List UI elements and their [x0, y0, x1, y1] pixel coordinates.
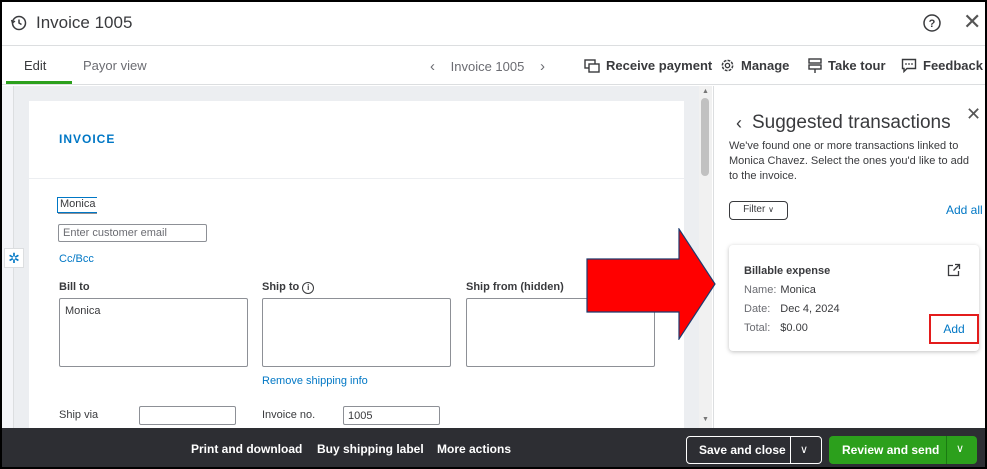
print-download-button[interactable]: Print and download: [191, 442, 302, 456]
manage-button[interactable]: Manage: [720, 58, 789, 73]
remove-shipping-link[interactable]: Remove shipping info: [262, 375, 368, 387]
tab-active-indicator: [6, 81, 72, 84]
transaction-total-row: Total: $0.00: [744, 322, 808, 334]
ship-via-field[interactable]: [139, 406, 236, 425]
help-icon[interactable]: ?: [922, 13, 942, 33]
add-all-link[interactable]: Add all: [946, 203, 983, 217]
ship-from-label: Ship from (hidden): [466, 281, 564, 293]
invoice-navigator: ‹ Invoice 1005 ›: [430, 58, 545, 75]
manage-label: Manage: [741, 58, 790, 73]
external-link-icon[interactable]: [947, 263, 961, 277]
take-tour-button[interactable]: Take tour: [808, 58, 886, 73]
panel-description: We've found one or more transactions lin…: [729, 140, 969, 182]
app-window: Invoice 1005 ? ✕ Edit Payor view ‹ Invoi…: [0, 0, 987, 469]
review-and-send-label: Review and send: [842, 443, 940, 457]
ship-to-label-group: Ship to i: [262, 281, 315, 294]
receive-payment-label: Receive payment: [606, 58, 713, 73]
cc-bcc-link[interactable]: Cc/Bcc: [59, 253, 94, 265]
review-and-send-button[interactable]: Review and send ∨: [829, 436, 977, 464]
info-icon[interactable]: i: [302, 282, 315, 294]
footer-bar: Print and download Buy shipping label Mo…: [2, 428, 985, 467]
filter-label: Filter: [743, 204, 766, 215]
top-bar: Invoice 1005 ? ✕: [2, 2, 985, 46]
back-chevron-icon[interactable]: ‹: [736, 113, 742, 134]
red-arrow-annotation: [586, 228, 716, 340]
invoice-nav-label: Invoice 1005: [450, 59, 525, 74]
chevron-down-icon: ∨: [768, 205, 774, 214]
scroll-down-icon[interactable]: ▼: [702, 416, 709, 423]
history-icon[interactable]: [10, 14, 28, 32]
invoice-heading: INVOICE: [59, 132, 116, 146]
sparkle-icon[interactable]: ✲: [4, 248, 24, 268]
transaction-date-row: Date: Dec 4, 2024: [744, 303, 840, 315]
signpost-icon: [808, 58, 822, 73]
transaction-name-row: Name: Monica: [744, 284, 816, 296]
chevron-down-icon[interactable]: ∨: [800, 443, 808, 456]
save-and-close-label: Save and close: [699, 443, 786, 457]
filter-button[interactable]: Filter ∨: [729, 201, 788, 220]
name-value: Monica: [780, 284, 816, 296]
bill-to-label: Bill to: [59, 281, 90, 293]
invoice-header: INVOICE: [29, 101, 684, 179]
chevron-down-icon[interactable]: ∨: [956, 442, 964, 455]
review-split-divider: [946, 436, 947, 464]
total-value: $0.00: [780, 322, 808, 334]
next-invoice-button[interactable]: ›: [540, 58, 545, 75]
gear-icon: [721, 59, 734, 72]
tab-edit[interactable]: Edit: [24, 58, 46, 73]
invoice-no-label: Invoice no.: [262, 409, 316, 421]
feedback-icon: [901, 58, 917, 74]
scroll-up-icon[interactable]: ▲: [702, 88, 709, 95]
invoice-no-field[interactable]: 1005: [343, 406, 440, 425]
name-label: Name:: [744, 284, 777, 296]
ship-to-address[interactable]: [262, 298, 451, 367]
buy-shipping-label-button[interactable]: Buy shipping label: [317, 442, 424, 456]
ship-to-label: Ship to: [262, 281, 300, 293]
panel-close-icon[interactable]: ✕: [966, 104, 981, 125]
save-and-close-button[interactable]: Save and close ∨: [686, 436, 822, 464]
svg-text:?: ?: [929, 18, 936, 30]
tab-payor-view[interactable]: Payor view: [83, 58, 147, 73]
feedback-label: Feedback: [923, 58, 983, 73]
feedback-button[interactable]: Feedback: [901, 58, 983, 74]
tabs-row: Edit Payor view ‹ Invoice 1005 › Receive…: [2, 47, 985, 85]
receive-payment-button[interactable]: Receive payment: [584, 58, 712, 73]
suggested-transactions-panel: ‹ Suggested transactions ✕ We've found o…: [713, 86, 985, 428]
scrollbar-thumb[interactable]: [701, 98, 709, 176]
add-transaction-button[interactable]: Add: [929, 314, 979, 344]
page-title: Invoice 1005: [36, 13, 133, 32]
transaction-card: Billable expense Name: Monica Date: Dec 4,…: [729, 245, 979, 351]
close-icon[interactable]: ✕: [963, 11, 981, 33]
customer-email-field[interactable]: Enter customer email: [58, 224, 207, 242]
total-label: Total:: [744, 322, 771, 334]
take-tour-label: Take tour: [828, 58, 886, 73]
more-actions-button[interactable]: More actions: [437, 442, 511, 456]
ship-via-label: Ship via: [59, 409, 99, 421]
save-split-divider: [790, 437, 791, 463]
redaction-block: [97, 182, 260, 214]
prev-invoice-button[interactable]: ‹: [430, 58, 435, 75]
transaction-type: Billable expense: [744, 265, 831, 277]
date-label: Date:: [744, 303, 771, 315]
receive-payment-icon: [584, 59, 600, 73]
bill-to-address[interactable]: Monica: [59, 298, 248, 367]
panel-title: Suggested transactions: [752, 112, 951, 133]
date-value: Dec 4, 2024: [780, 303, 840, 315]
